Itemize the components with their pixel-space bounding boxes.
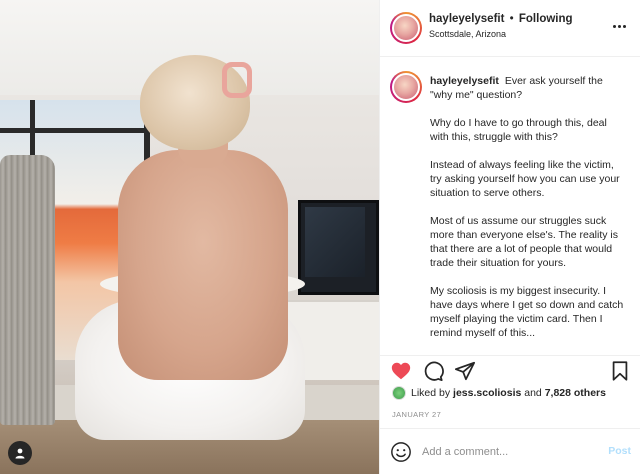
caption-paragraph: Most of us assume our struggles suck mor… xyxy=(430,215,618,269)
armchair xyxy=(0,155,55,425)
comment-bar: Post xyxy=(380,428,640,474)
follow-status-button[interactable]: Following xyxy=(519,13,573,25)
post-location[interactable]: Scottsdale, Arizona xyxy=(429,29,573,39)
more-options-icon[interactable] xyxy=(613,19,631,33)
heart-icon[interactable] xyxy=(390,360,414,384)
likes-count[interactable]: 7,828 others xyxy=(545,387,606,399)
caption-paragraph: Why do I have to go through this, deal w… xyxy=(430,117,607,143)
likes-prefix: Liked by xyxy=(411,387,451,399)
likes-and: and xyxy=(524,387,542,399)
post-comment-button[interactable]: Post xyxy=(608,445,631,457)
post-header: hayleyelysefit • Following Scottsdale, A… xyxy=(380,0,640,57)
caption-paragraph: hayleyelysefit Ever ask yourself the "wh… xyxy=(430,74,626,102)
caption-paragraph: Instead of always feeling like the victi… xyxy=(430,159,620,199)
television xyxy=(298,200,379,295)
bookmark-icon[interactable] xyxy=(609,360,633,384)
paper-plane-icon[interactable] xyxy=(454,360,478,384)
post-sidebar: hayleyelysefit • Following Scottsdale, A… xyxy=(379,0,640,474)
caption-username[interactable]: hayleyelysefit xyxy=(430,75,499,87)
comment-input[interactable] xyxy=(422,441,592,463)
smiley-icon[interactable] xyxy=(390,441,412,463)
caption-section: hayleyelysefit Ever ask yourself the "wh… xyxy=(380,57,640,355)
liker-username[interactable]: jess.scoliosis xyxy=(453,387,521,399)
action-bar xyxy=(380,355,640,387)
post-photo[interactable] xyxy=(0,0,379,474)
liker-avatar[interactable] xyxy=(392,386,406,400)
caption-text: hayleyelysefit Ever ask yourself the "wh… xyxy=(430,74,626,354)
comment-icon[interactable] xyxy=(422,360,446,384)
author-avatar[interactable] xyxy=(390,12,422,44)
separator-dot: • xyxy=(509,13,514,25)
profile-icon[interactable] xyxy=(8,441,32,465)
profile-icon-glyph xyxy=(15,448,25,459)
likes-summary: Liked by jess.scoliosis and 7,828 others xyxy=(392,386,606,400)
post-date[interactable]: JANUARY 27 xyxy=(392,410,441,419)
person-back xyxy=(118,150,288,380)
caption-paragraph: My scoliosis is my biggest insecurity. I… xyxy=(430,285,624,339)
hair-clip xyxy=(222,62,252,98)
author-username[interactable]: hayleyelysefit xyxy=(429,13,504,25)
caption-avatar[interactable] xyxy=(390,71,422,103)
author-info: hayleyelysefit • Following Scottsdale, A… xyxy=(429,13,573,39)
